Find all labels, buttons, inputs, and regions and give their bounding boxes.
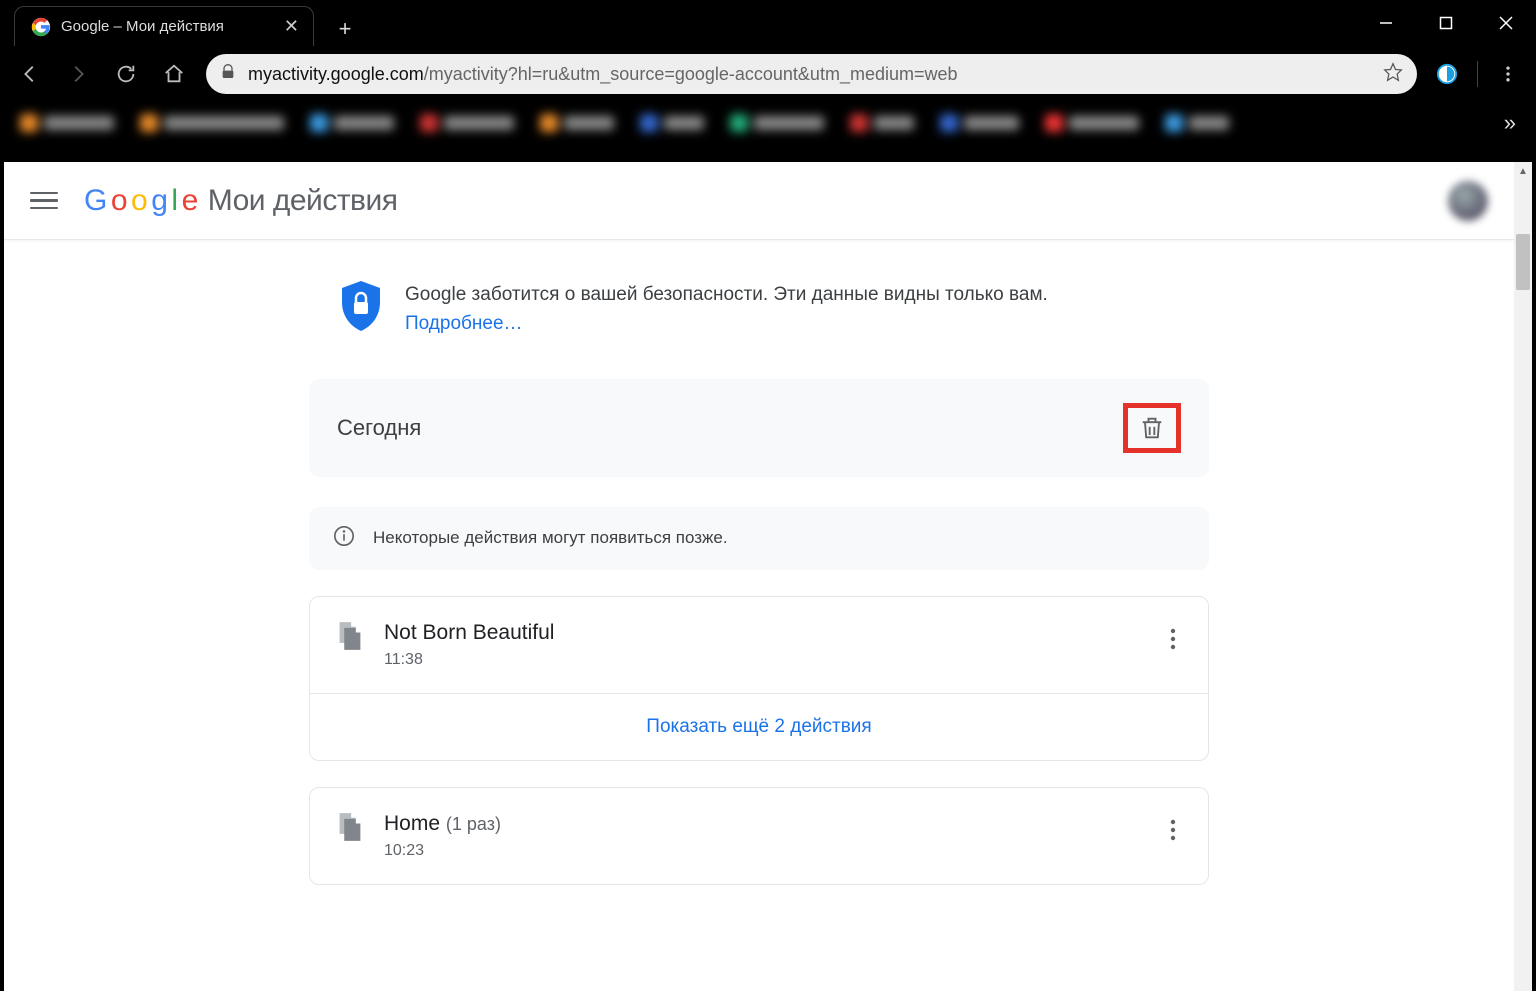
product-title: Мои действия <box>208 184 398 218</box>
lock-icon <box>220 64 236 85</box>
activity-row[interactable]: Home (1 раз) 10:23 <box>310 788 1208 884</box>
nav-reload-button[interactable] <box>110 58 142 90</box>
browser-chrome: Google – Мои действия ✕ + myactivity.goo… <box>0 0 1536 156</box>
account-avatar[interactable] <box>1448 181 1488 221</box>
window-minimize-button[interactable] <box>1356 0 1416 46</box>
bookmark-item[interactable] <box>310 112 394 134</box>
safety-learn-more-link[interactable]: Подробнее… <box>405 313 523 334</box>
nav-back-button[interactable] <box>14 58 46 90</box>
bookmark-item[interactable] <box>20 112 114 134</box>
tab-strip: Google – Мои действия ✕ + <box>0 0 1536 46</box>
bookmarks-overflow-button[interactable]: » <box>1504 110 1516 136</box>
google-logo: Google Мои действия <box>84 184 398 218</box>
scroll-thumb[interactable] <box>1516 234 1530 290</box>
new-tab-button[interactable]: + <box>328 12 362 46</box>
extension-icon[interactable] <box>1433 60 1461 88</box>
info-icon <box>333 525 355 552</box>
bookmark-item[interactable] <box>540 112 614 134</box>
google-header: Google Мои действия <box>4 162 1514 240</box>
activity-time: 11:38 <box>384 651 1144 669</box>
browser-tab[interactable]: Google – Мои действия ✕ <box>14 6 314 46</box>
chrome-menu-button[interactable] <box>1494 60 1522 88</box>
bookmark-item[interactable] <box>420 112 514 134</box>
tab-close-icon[interactable]: ✕ <box>284 16 299 37</box>
activity-row[interactable]: Not Born Beautiful 11:38 <box>310 597 1208 693</box>
bookmark-item[interactable] <box>640 112 704 134</box>
shield-lock-icon <box>339 280 383 332</box>
google-favicon <box>31 17 51 37</box>
activity-time: 10:23 <box>384 842 1144 860</box>
bookmark-star-icon[interactable] <box>1383 62 1403 87</box>
scroll-up-arrow[interactable]: ▲ <box>1514 162 1532 180</box>
later-notice: Некоторые действия могут появиться позже… <box>309 507 1209 570</box>
bookmark-item[interactable] <box>730 112 824 134</box>
copy-document-icon <box>336 812 364 847</box>
url-text: myactivity.google.com/myactivity?hl=ru&u… <box>248 64 1371 85</box>
show-more-link[interactable]: Показать ещё 2 действия <box>310 694 1208 760</box>
copy-document-icon <box>336 621 364 656</box>
bookmark-item[interactable] <box>940 112 1019 134</box>
activity-card: Not Born Beautiful 11:38 Показать ещё 2 … <box>309 596 1209 761</box>
activity-title: Not Born Beautiful <box>384 621 554 644</box>
notice-text: Некоторые действия могут появиться позже… <box>373 528 728 548</box>
delete-day-button-highlight <box>1123 403 1181 453</box>
window-controls <box>1356 0 1536 46</box>
bookmarks-bar: » <box>0 102 1536 144</box>
menu-hamburger-icon[interactable] <box>30 187 58 215</box>
activity-menu-button[interactable] <box>1164 812 1182 853</box>
toolbar-divider <box>1477 61 1478 87</box>
tab-title: Google – Мои действия <box>61 18 274 35</box>
activity-card: Home (1 раз) 10:23 <box>309 787 1209 885</box>
bookmark-item[interactable] <box>850 112 914 134</box>
day-header: Сегодня <box>309 379 1209 477</box>
activity-count: (1 раз) <box>446 814 501 834</box>
vertical-scrollbar[interactable]: ▲ <box>1514 162 1532 991</box>
page-viewport: ▲ Google Мои действия Google заботится о… <box>0 156 1536 991</box>
trash-icon[interactable] <box>1138 414 1166 442</box>
safety-banner: Google заботится о вашей безопасности. Э… <box>309 280 1209 379</box>
activity-title: Home <box>384 812 440 835</box>
activity-menu-button[interactable] <box>1164 621 1182 662</box>
main-content: Google заботится о вашей безопасности. Э… <box>309 240 1209 925</box>
window-maximize-button[interactable] <box>1416 0 1476 46</box>
safety-text: Google заботится о вашей безопасности. Э… <box>405 284 1048 305</box>
browser-toolbar: myactivity.google.com/myactivity?hl=ru&u… <box>0 46 1536 102</box>
address-bar[interactable]: myactivity.google.com/myactivity?hl=ru&u… <box>206 54 1417 94</box>
nav-forward-button[interactable] <box>62 58 94 90</box>
day-header-label: Сегодня <box>337 415 421 441</box>
bookmark-item[interactable] <box>1165 112 1229 134</box>
bookmark-item[interactable] <box>140 112 284 134</box>
window-close-button[interactable] <box>1476 0 1536 46</box>
bookmark-item[interactable] <box>1045 112 1139 134</box>
nav-home-button[interactable] <box>158 58 190 90</box>
